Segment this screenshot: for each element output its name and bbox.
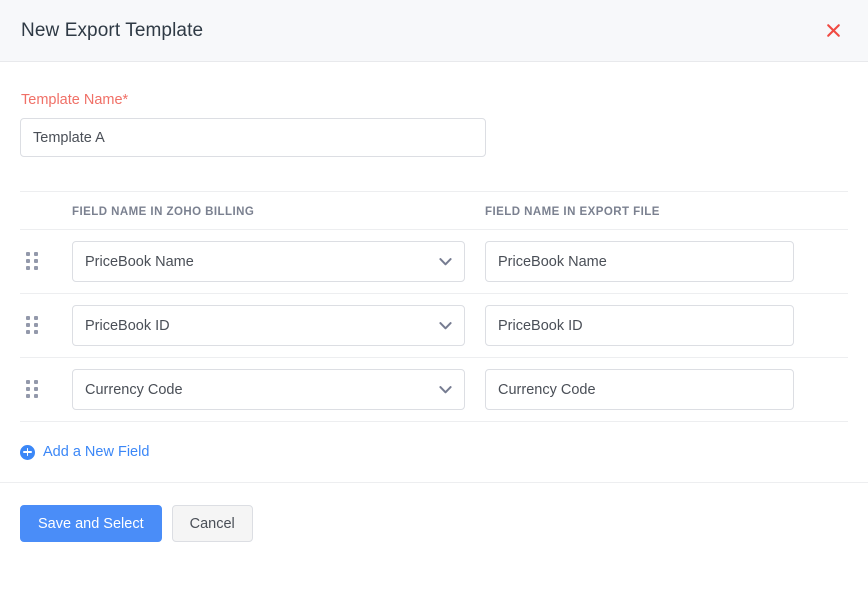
cancel-button[interactable]: Cancel xyxy=(172,505,253,542)
template-name-input[interactable] xyxy=(20,118,486,157)
row-handle-cell-1 xyxy=(20,252,72,272)
add-new-field-label: Add a New Field xyxy=(43,444,149,460)
drag-handle-icon[interactable] xyxy=(26,252,40,272)
row-target-cell-1 xyxy=(485,241,794,282)
page-title: New Export Template xyxy=(21,20,203,42)
source-field-select-value-1: PriceBook Name xyxy=(85,254,194,270)
source-field-select-wrap-1: PriceBook Name xyxy=(72,241,465,282)
column-header-zoho-billing: FIELD NAME IN ZOHO BILLING xyxy=(72,206,254,218)
source-field-select-1[interactable]: PriceBook Name xyxy=(72,241,465,282)
export-field-name-input-3[interactable] xyxy=(485,369,794,410)
source-field-select-2[interactable]: PriceBook ID xyxy=(72,305,465,346)
table-row: PriceBook Name xyxy=(20,230,848,294)
row-handle-cell-3 xyxy=(20,380,72,400)
close-icon xyxy=(826,23,841,38)
save-and-select-button[interactable]: Save and Select xyxy=(20,505,162,542)
row-target-cell-3 xyxy=(485,369,794,410)
template-name-field-block: Template Name* xyxy=(20,62,848,157)
plus-circle-icon xyxy=(20,445,35,460)
table-row: Currency Code xyxy=(20,358,848,422)
source-field-select-value-3: Currency Code xyxy=(85,382,183,398)
source-field-select-wrap-2: PriceBook ID xyxy=(72,305,465,346)
export-field-name-input-2[interactable] xyxy=(485,305,794,346)
add-new-field-link[interactable]: Add a New Field xyxy=(20,422,848,482)
header-cell-target: FIELD NAME IN EXPORT FILE xyxy=(485,202,794,220)
row-source-cell-3: Currency Code xyxy=(72,369,485,410)
dialog-footer: Save and Select Cancel xyxy=(0,483,868,542)
source-field-select-value-2: PriceBook ID xyxy=(85,318,170,334)
dialog-body: Template Name* FIELD NAME IN ZOHO BILLIN… xyxy=(0,62,868,482)
row-target-cell-2 xyxy=(485,305,794,346)
row-source-cell-2: PriceBook ID xyxy=(72,305,485,346)
source-field-select-wrap-3: Currency Code xyxy=(72,369,465,410)
row-handle-cell-2 xyxy=(20,316,72,336)
dialog-header: New Export Template xyxy=(0,0,868,62)
column-header-export-file: FIELD NAME IN EXPORT FILE xyxy=(485,206,660,218)
header-cell-source: FIELD NAME IN ZOHO BILLING xyxy=(72,202,485,220)
table-row: PriceBook ID xyxy=(20,294,848,358)
drag-handle-icon[interactable] xyxy=(26,316,40,336)
export-field-name-input-1[interactable] xyxy=(485,241,794,282)
field-mapping-table: FIELD NAME IN ZOHO BILLING FIELD NAME IN… xyxy=(20,191,848,422)
table-header-row: FIELD NAME IN ZOHO BILLING FIELD NAME IN… xyxy=(20,192,848,230)
close-button[interactable] xyxy=(820,18,846,44)
drag-handle-icon[interactable] xyxy=(26,380,40,400)
template-name-label: Template Name* xyxy=(21,92,848,108)
source-field-select-3[interactable]: Currency Code xyxy=(72,369,465,410)
row-source-cell-1: PriceBook Name xyxy=(72,241,485,282)
